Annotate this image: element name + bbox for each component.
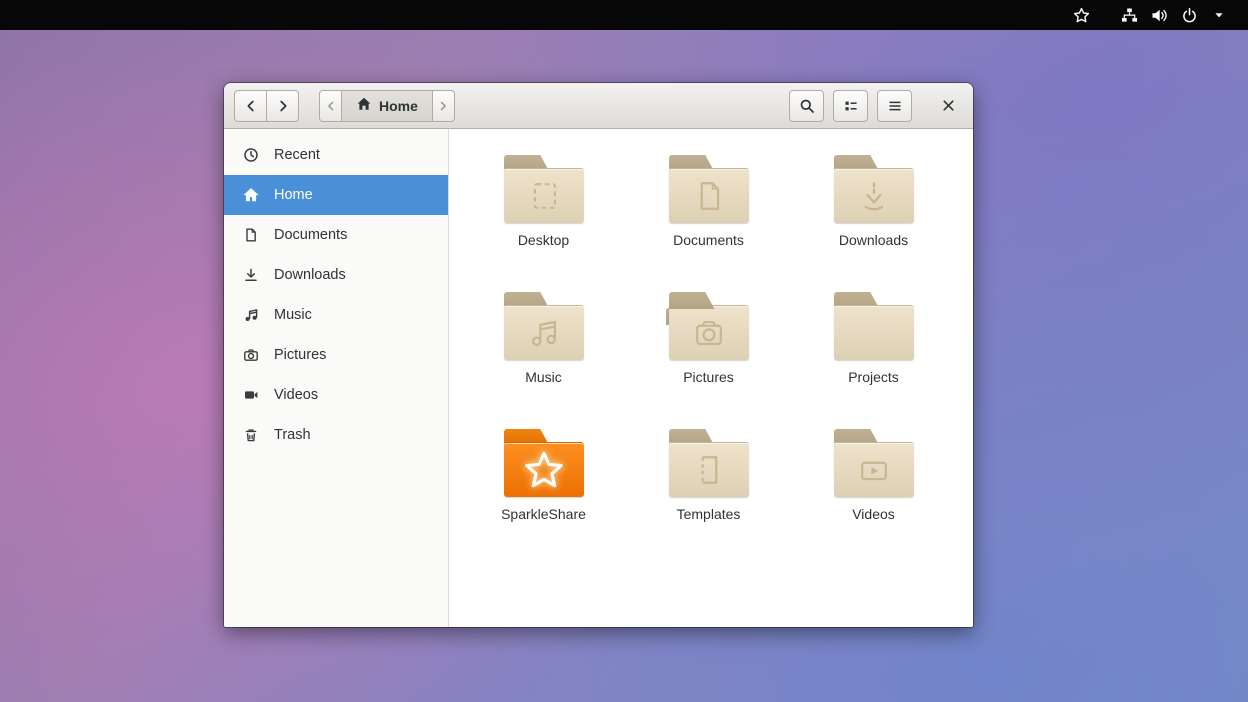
file-label: Music [525,369,562,385]
sidebar-item-label: Home [274,187,313,203]
caret-down-icon[interactable] [1204,0,1234,30]
network-icon[interactable] [1114,0,1144,30]
view-toggle-button[interactable] [833,90,868,122]
sidebar-item-label: Downloads [274,267,346,283]
forward-button[interactable] [266,90,299,122]
folder-music[interactable]: Music [479,290,609,427]
file-label: SparkleShare [501,506,586,522]
file-view: Desktop Documents [449,129,973,627]
template-emblem-icon [666,445,752,495]
folder-icon [501,155,587,223]
file-label: Projects [848,369,899,385]
camera-icon [243,347,259,363]
sidebar-item-music[interactable]: Music [224,295,448,335]
sidebar: Recent Home Documents [224,129,449,627]
icon-grid: Desktop Documents [461,153,973,564]
trash-icon [243,427,259,443]
back-button[interactable] [234,90,267,122]
folder-icon [831,292,917,360]
file-label: Documents [673,232,744,248]
sidebar-item-pictures[interactable]: Pictures [224,335,448,375]
sidebar-item-label: Recent [274,147,320,163]
window-body: Recent Home Documents [224,129,973,627]
music-icon [243,307,259,323]
folder-downloads[interactable]: Downloads [809,153,939,290]
sidebar-item-label: Pictures [274,347,326,363]
sidebar-item-trash[interactable]: Trash [224,415,448,455]
video-icon [243,387,259,403]
top-bar [0,0,1248,30]
download-emblem-icon [831,171,917,221]
folder-icon [666,292,752,360]
clock-icon [243,147,259,163]
document-icon [243,227,259,243]
folder-templates[interactable]: Templates [644,427,774,564]
video-emblem-icon [831,445,917,495]
document-emblem-icon [666,171,752,221]
file-label: Templates [677,506,741,522]
folder-icon [831,155,917,223]
favorites-star-icon[interactable] [1066,0,1096,30]
window-close-button[interactable] [933,91,963,121]
folder-projects[interactable]: Projects [809,290,939,427]
header-right-controls [789,90,963,122]
nav-button-group [234,90,299,122]
sidebar-item-recent[interactable]: Recent [224,135,448,175]
sidebar-item-videos[interactable]: Videos [224,375,448,415]
folder-videos[interactable]: Videos [809,427,939,564]
folder-icon [831,429,917,497]
sidebar-item-documents[interactable]: Documents [224,215,448,255]
file-label: Desktop [518,232,569,248]
menu-button[interactable] [877,90,912,122]
sidebar-item-label: Trash [274,427,311,443]
camera-emblem-icon [666,308,752,358]
search-button[interactable] [789,90,824,122]
header-bar: Home [224,83,973,129]
power-icon[interactable] [1174,0,1204,30]
sidebar-item-home[interactable]: Home [224,175,448,215]
sidebar-item-label: Videos [274,387,318,403]
volume-icon[interactable] [1144,0,1174,30]
folder-icon [501,429,587,497]
folder-pictures[interactable]: Pictures [644,290,774,427]
sidebar-item-downloads[interactable]: Downloads [224,255,448,295]
home-icon [356,96,372,115]
folder-sparkleshare[interactable]: SparkleShare [479,427,609,564]
folder-desktop[interactable]: Desktop [479,153,609,290]
download-icon [243,267,259,283]
folder-documents[interactable]: Documents [644,153,774,290]
path-scroll-right-button[interactable] [432,90,455,122]
path-bar: Home [319,90,455,122]
file-manager-window: Home [224,83,973,627]
file-label: Downloads [839,232,908,248]
music-emblem-icon [501,308,587,358]
sidebar-item-label: Documents [274,227,347,243]
folder-icon [501,292,587,360]
home-icon [243,187,259,203]
folder-icon [666,155,752,223]
sidebar-item-label: Music [274,307,312,323]
star-emblem-icon [501,445,587,495]
path-scroll-left-button[interactable] [319,90,342,122]
path-label: Home [379,98,418,114]
file-label: Pictures [683,369,734,385]
folder-icon [666,429,752,497]
path-home-button[interactable]: Home [341,90,433,122]
file-label: Videos [852,506,895,522]
desktop-emblem-icon [501,171,587,221]
